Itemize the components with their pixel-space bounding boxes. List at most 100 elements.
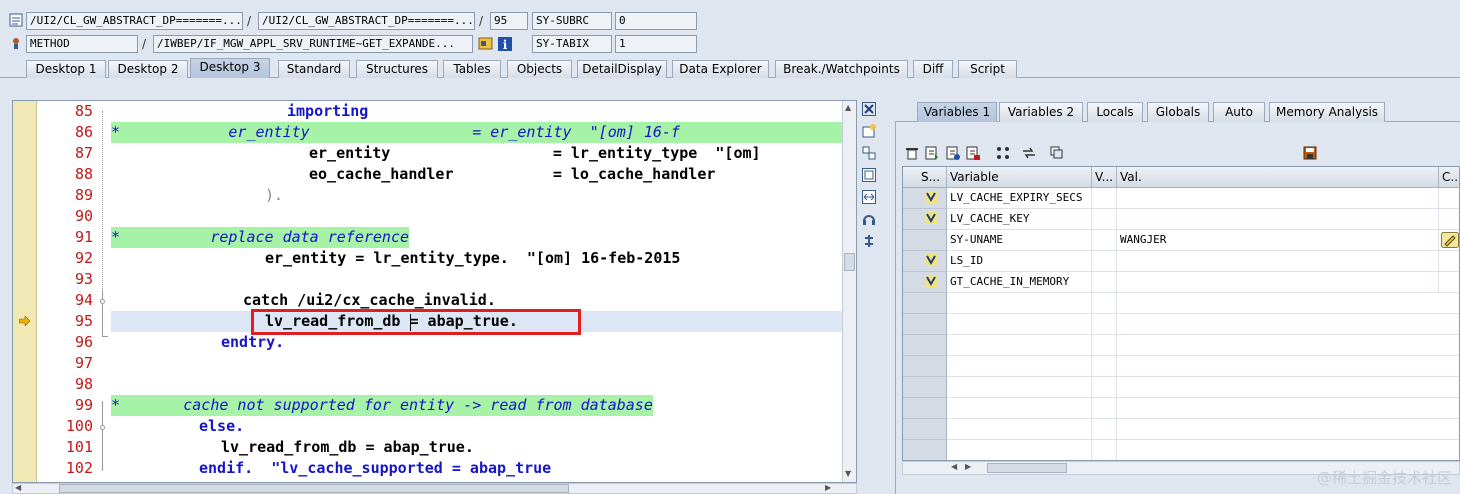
resize-icon[interactable] xyxy=(862,190,878,206)
row-selector[interactable] xyxy=(903,419,947,440)
row-selector[interactable] xyxy=(903,440,947,460)
source-code-editor[interactable]: 85 86 87 88 89 90 91 92 93 94 95 96 97 9… xyxy=(12,100,857,483)
table-row-empty[interactable] xyxy=(903,314,1459,335)
table-row[interactable]: LS_ID xyxy=(903,251,1459,272)
delete-icon[interactable] xyxy=(905,146,921,162)
row-selector[interactable] xyxy=(903,377,947,398)
row-selector[interactable] xyxy=(903,293,947,314)
table-row[interactable]: SY-UNAME WANGJER xyxy=(903,230,1459,251)
tab-memory-analysis[interactable]: Memory Analysis xyxy=(1269,102,1385,122)
tab-variables-2[interactable]: Variables 2 xyxy=(999,102,1083,122)
tab-diff[interactable]: Diff xyxy=(913,60,953,78)
tab-script[interactable]: Script xyxy=(958,60,1017,78)
row-selector[interactable] xyxy=(903,314,947,335)
tab-auto[interactable]: Auto xyxy=(1213,102,1265,122)
tab-locals[interactable]: Locals xyxy=(1087,102,1143,122)
row-selector[interactable] xyxy=(903,230,947,251)
code-line: lv_read_from_db = abap_true. xyxy=(111,437,846,458)
column-header-change[interactable]: C... xyxy=(1439,167,1459,188)
transfer-icon[interactable] xyxy=(1022,146,1038,162)
edit-pencil-icon[interactable] xyxy=(1441,232,1459,251)
copy-icon[interactable] xyxy=(1050,146,1066,162)
variable-value[interactable] xyxy=(1117,251,1439,272)
tab-desktop-1[interactable]: Desktop 1 xyxy=(26,60,106,78)
variable-v xyxy=(1092,251,1117,272)
code-line: endif. "lv_cache_supported = abap_true xyxy=(111,458,846,479)
table-row-empty[interactable] xyxy=(903,419,1459,440)
separator: / xyxy=(247,14,252,28)
tab-tables[interactable]: Tables xyxy=(443,60,501,78)
object-type-field[interactable]: METHOD xyxy=(26,35,138,53)
watermark: @稀土掘金技术社区 xyxy=(1316,469,1452,487)
row-selector[interactable] xyxy=(903,398,947,419)
line-number: 93 xyxy=(74,270,93,288)
services-icon[interactable] xyxy=(862,212,878,228)
table-row-empty[interactable] xyxy=(903,398,1459,419)
empty-cell xyxy=(947,293,1092,314)
tab-break-watchpoints[interactable]: Break./Watchpoints xyxy=(775,60,908,78)
tab-variables-1[interactable]: Variables 1 xyxy=(917,102,997,122)
tab-standard[interactable]: Standard xyxy=(278,60,350,78)
structure-icon[interactable] xyxy=(996,146,1012,162)
variable-value[interactable] xyxy=(1117,209,1439,230)
include-field[interactable]: /UI2/CL_GW_ABSTRACT_DP=======... xyxy=(258,12,475,30)
tab-objects[interactable]: Objects xyxy=(507,60,572,78)
line-number: 94 xyxy=(74,291,93,309)
variable-value[interactable] xyxy=(1117,188,1439,209)
vertical-scrollbar[interactable]: ▲ ▼ xyxy=(842,101,856,482)
breakpoint-gutter[interactable] xyxy=(13,101,37,482)
program-field[interactable]: /UI2/CL_GW_ABSTRACT_DP=======... xyxy=(26,12,243,30)
tab-detaildisplay[interactable]: DetailDisplay xyxy=(577,60,667,78)
tab-globals[interactable]: Globals xyxy=(1147,102,1209,122)
column-header-status[interactable]: S... xyxy=(903,167,947,188)
table-row-empty[interactable] xyxy=(903,356,1459,377)
code-text: endif. "lv_cache_supported = abap_true xyxy=(199,459,552,477)
tab-data-explorer[interactable]: Data Explorer xyxy=(672,60,769,78)
column-header-variable[interactable]: Variable xyxy=(947,167,1092,188)
variable-name[interactable]: GT_CACHE_IN_MEMORY xyxy=(947,272,1092,293)
variables-grid[interactable]: S... Variable V... Val. C... LV_CACHE_EX… xyxy=(902,166,1460,461)
variable-name[interactable]: LS_ID xyxy=(947,251,1092,272)
settings-icon[interactable] xyxy=(862,234,878,250)
method-field[interactable]: /IWBEP/IF_MGW_APPL_SRV_RUNTIME~GET_EXPAN… xyxy=(153,35,473,53)
line-number: 95 xyxy=(74,312,93,330)
maximize-icon[interactable] xyxy=(862,168,878,184)
clear-list-icon[interactable] xyxy=(966,146,982,162)
load-icon[interactable] xyxy=(925,146,941,162)
row-selector[interactable] xyxy=(903,356,947,377)
code-text: ). xyxy=(265,186,284,204)
line-number: 87 xyxy=(74,144,93,162)
variable-value[interactable]: WANGJER xyxy=(1117,230,1439,251)
save-icon[interactable] xyxy=(1303,146,1319,162)
close-icon[interactable] xyxy=(862,102,878,118)
tab-desktop-3[interactable]: Desktop 3 xyxy=(190,58,270,78)
variable-name[interactable]: SY-UNAME xyxy=(947,230,1092,251)
display-object-icon[interactable] xyxy=(478,36,494,52)
sysvar-value-1[interactable]: 0 xyxy=(615,12,697,30)
table-row-empty[interactable] xyxy=(903,293,1459,314)
tab-desktop-2[interactable]: Desktop 2 xyxy=(108,60,188,78)
save-list-icon[interactable] xyxy=(946,146,962,162)
info-icon[interactable]: i xyxy=(497,36,513,52)
swap-tool-icon[interactable] xyxy=(862,146,878,162)
new-tool-icon[interactable] xyxy=(862,124,878,140)
column-header-value[interactable]: Val. xyxy=(1117,167,1439,188)
table-row[interactable]: GT_CACHE_IN_MEMORY xyxy=(903,272,1459,293)
variable-name[interactable]: LV_CACHE_EXPIRY_SECS xyxy=(947,188,1092,209)
sysvar-value-2[interactable]: 1 xyxy=(615,35,697,53)
table-row[interactable]: LV_CACHE_KEY xyxy=(903,209,1459,230)
variable-value[interactable] xyxy=(1117,272,1439,293)
tab-structures[interactable]: Structures xyxy=(356,60,438,78)
variable-name[interactable]: LV_CACHE_KEY xyxy=(947,209,1092,230)
horizontal-scrollbar[interactable]: ◀ ▶ xyxy=(12,483,857,494)
table-row-empty[interactable] xyxy=(903,335,1459,356)
table-row-empty[interactable] xyxy=(903,377,1459,398)
table-row[interactable]: LV_CACHE_EXPIRY_SECS xyxy=(903,188,1459,209)
separator: / xyxy=(479,14,484,28)
table-row-empty[interactable] xyxy=(903,440,1459,460)
code-comment: * cache not supported for entity -> read… xyxy=(111,395,653,416)
column-header-v[interactable]: V... xyxy=(1092,167,1117,188)
code-line: * er_entity = er_entity "[om] 16-f xyxy=(111,122,846,143)
row-selector[interactable] xyxy=(903,335,947,356)
line-number-field[interactable]: 95 xyxy=(490,12,528,30)
